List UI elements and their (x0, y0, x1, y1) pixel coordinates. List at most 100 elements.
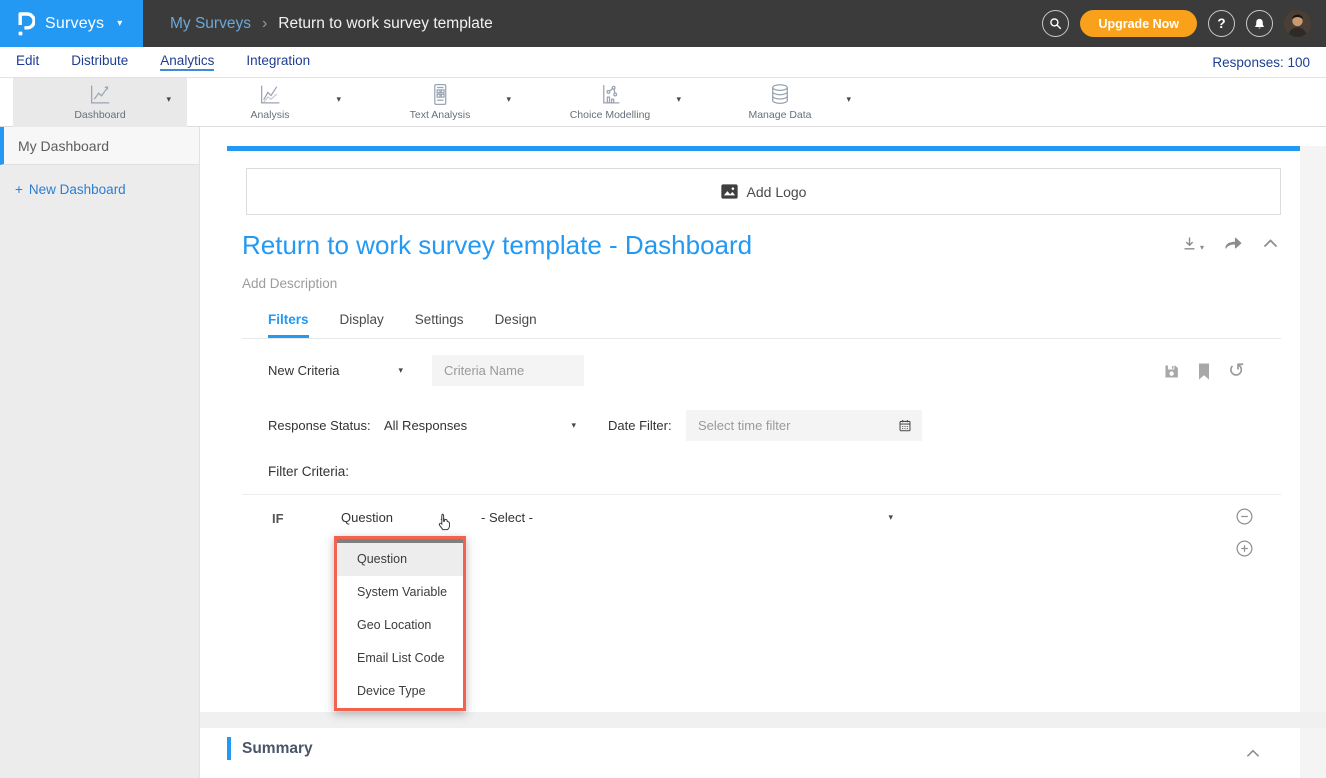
question-mark-icon: ? (1217, 16, 1225, 31)
tool-label: Text Analysis (353, 109, 527, 121)
tab-display[interactable]: Display (340, 312, 384, 338)
menu-item-integration[interactable]: Integration (246, 53, 310, 71)
topbar-actions: Upgrade Now ? (1042, 10, 1326, 37)
tab-design[interactable]: Design (495, 312, 537, 338)
response-status-value: All Responses (384, 418, 467, 433)
breadcrumb-my-surveys[interactable]: My Surveys (170, 15, 251, 33)
avatar-photo (1284, 10, 1311, 37)
chevron-up-icon (1246, 749, 1260, 758)
choice-modelling-icon (598, 82, 623, 112)
new-dashboard-button[interactable]: + New Dashboard (0, 182, 199, 197)
menu-item-edit[interactable]: Edit (16, 53, 39, 71)
date-filter-input[interactable] (698, 418, 898, 433)
questionpro-logo-icon (16, 10, 35, 37)
tool-dashboard[interactable]: Dashboard ▾ (13, 78, 187, 127)
dropdown-option-geo-location[interactable]: Geo Location (337, 609, 463, 642)
dashboard-sidebar: My Dashboard + New Dashboard (0, 127, 200, 778)
dashboard-accent-line (227, 146, 1300, 151)
remove-condition-button[interactable] (1236, 508, 1253, 530)
tool-label: Manage Data (693, 109, 867, 121)
plus-icon: + (15, 182, 23, 197)
search-button[interactable] (1042, 10, 1069, 37)
share-icon (1224, 236, 1243, 252)
filter-criteria-heading: Filter Criteria: (268, 464, 349, 479)
survey-menu-bar: Edit Distribute Analytics Integration Re… (0, 47, 1326, 78)
condition-value-select[interactable]: - Select - ▾ (481, 510, 893, 525)
menu-item-distribute[interactable]: Distribute (71, 53, 128, 71)
tool-analysis[interactable]: Analysis ▾ (183, 78, 357, 127)
date-filter-field[interactable] (686, 410, 922, 441)
search-icon (1049, 17, 1062, 30)
condition-type-dropdown: Question System Variable Geo Location Em… (334, 536, 466, 711)
chevron-up-icon: ▴ (440, 512, 445, 523)
chevron-down-icon: ▾ (398, 365, 403, 376)
dropdown-option-device-type[interactable]: Device Type (337, 675, 463, 708)
top-bar: Surveys ▾ My Surveys › Return to work su… (0, 0, 1326, 47)
plus-circle-icon (1236, 540, 1253, 557)
bookmark-icon (1197, 363, 1211, 380)
chevron-down-icon[interactable]: ▾ (676, 94, 681, 105)
condition-type-value: Question (341, 510, 393, 525)
dropdown-option-system-variable[interactable]: System Variable (337, 576, 463, 609)
collapse-panel-button[interactable] (1263, 239, 1278, 248)
share-button[interactable] (1224, 236, 1243, 252)
product-name: Surveys (45, 15, 104, 33)
dashboard-chart-icon (88, 82, 113, 112)
breadcrumb-current-survey: Return to work survey template (278, 15, 493, 33)
date-filter-label: Date Filter: (608, 418, 672, 433)
download-button[interactable]: ▾ (1181, 235, 1204, 252)
tool-choice-modelling[interactable]: Choice Modelling ▾ (523, 78, 697, 127)
new-dashboard-label: New Dashboard (29, 182, 126, 197)
add-description-field[interactable]: Add Description (242, 276, 337, 291)
bookmark-criteria-button[interactable] (1197, 363, 1211, 380)
add-logo-dropzone[interactable]: Add Logo (246, 168, 1281, 215)
tool-manage-data[interactable]: Manage Data ▾ (693, 78, 867, 127)
bell-icon (1253, 17, 1266, 31)
dropdown-option-email-list-code[interactable]: Email List Code (337, 642, 463, 675)
summary-accent-bar (227, 737, 231, 760)
criteria-action-icons: ↺ (1163, 358, 1245, 384)
chevron-down-icon: ▾ (1200, 243, 1204, 252)
minus-circle-icon (1236, 508, 1253, 525)
condition-type-select[interactable]: Question ▴ (341, 510, 445, 525)
scroll-gutter[interactable] (1300, 146, 1326, 778)
save-criteria-button[interactable] (1163, 363, 1180, 380)
chevron-up-icon (1263, 239, 1278, 248)
user-avatar[interactable] (1284, 10, 1311, 37)
breadcrumb-separator-icon: › (262, 15, 267, 33)
chevron-down-icon[interactable]: ▾ (846, 94, 851, 105)
sidebar-item-my-dashboard[interactable]: My Dashboard (0, 127, 199, 165)
help-button[interactable]: ? (1208, 10, 1235, 37)
response-status-label: Response Status: (268, 418, 371, 433)
dashboard-actions: ▾ (1181, 235, 1278, 252)
collapse-summary-button[interactable] (1246, 745, 1260, 763)
divider (242, 494, 1281, 495)
product-switcher[interactable]: Surveys ▾ (0, 0, 143, 47)
tool-label: Dashboard (13, 109, 187, 121)
chevron-down-icon[interactable]: ▾ (166, 94, 171, 105)
responses-count[interactable]: Responses: 100 (1212, 55, 1310, 70)
new-criteria-select[interactable]: New Criteria ▾ (268, 363, 403, 378)
tool-label: Choice Modelling (523, 109, 697, 121)
dropdown-option-question[interactable]: Question (337, 543, 463, 576)
reset-filters-button[interactable]: ↺ (1228, 361, 1245, 381)
manage-data-icon (768, 82, 793, 112)
if-label: IF (272, 511, 284, 526)
response-status-select[interactable]: All Responses ▾ (384, 418, 576, 433)
tab-settings[interactable]: Settings (415, 312, 464, 338)
criteria-name-input[interactable] (432, 355, 584, 386)
chevron-down-icon[interactable]: ▾ (506, 94, 511, 105)
upgrade-now-button[interactable]: Upgrade Now (1080, 10, 1197, 37)
tab-filters[interactable]: Filters (268, 312, 309, 338)
dashboard-title[interactable]: Return to work survey template - Dashboa… (242, 230, 752, 261)
chevron-down-icon: ▾ (571, 420, 576, 431)
app-window: Surveys ▾ My Surveys › Return to work su… (0, 0, 1326, 778)
tool-text-analysis[interactable]: Text Analysis ▾ (353, 78, 527, 127)
save-icon (1163, 363, 1180, 380)
notifications-button[interactable] (1246, 10, 1273, 37)
chevron-down-icon[interactable]: ▾ (336, 94, 341, 105)
calendar-icon (898, 418, 912, 433)
add-condition-button[interactable] (1236, 540, 1253, 562)
menu-item-analytics[interactable]: Analytics (160, 53, 214, 71)
new-criteria-value: New Criteria (268, 363, 340, 378)
